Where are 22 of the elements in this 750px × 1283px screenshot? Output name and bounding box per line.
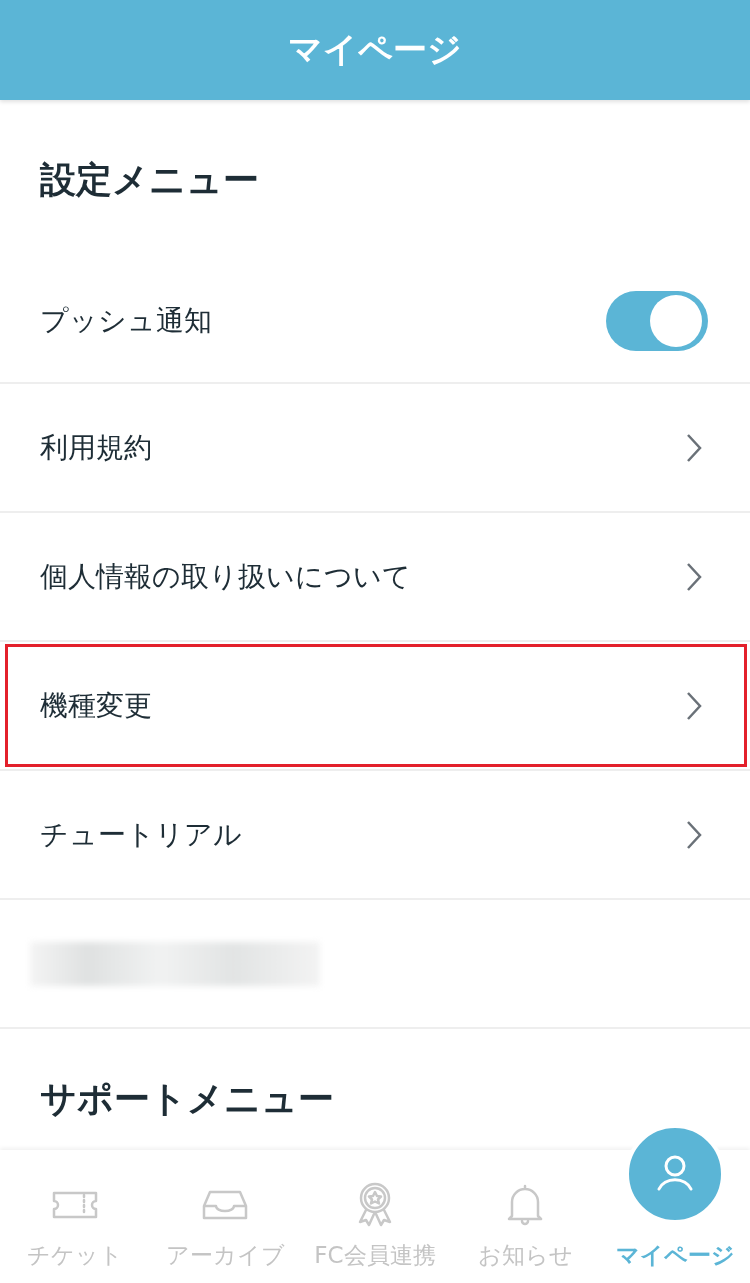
tab-item[interactable]: チケット (0, 1150, 150, 1283)
chevron-right-icon (686, 819, 702, 850)
tab-item[interactable]: FC会員連携 (300, 1150, 450, 1283)
chevron-right-icon (686, 561, 702, 592)
menu-label: 機種変更 (40, 687, 152, 724)
section-title: サポートメニュー (40, 1076, 334, 1121)
header-title: マイページ (288, 28, 462, 71)
menu-label: 利用規約 (40, 429, 152, 466)
toggle-switch[interactable] (606, 291, 708, 351)
menu-row[interactable]: 機種変更 (0, 642, 750, 771)
menu-row[interactable]: 個人情報の取り扱いについて (0, 513, 750, 642)
chevron-right-icon (686, 432, 702, 463)
section-title: 設定メニュー (40, 157, 259, 202)
menu-label: チュートリアル (40, 816, 242, 853)
menu-row[interactable]: チュートリアル (0, 771, 750, 900)
tab-item[interactable]: アーカイブ (150, 1150, 300, 1283)
menu-row[interactable]: 利用規約 (0, 384, 750, 513)
tab-item[interactable]: お知らせ (450, 1150, 600, 1283)
tab-item[interactable]: マイページ (600, 1124, 750, 1283)
setting-label: プッシュ通知 (40, 303, 212, 339)
chevron-right-icon (686, 690, 702, 721)
menu-label: 個人情報の取り扱いについて (40, 558, 411, 595)
